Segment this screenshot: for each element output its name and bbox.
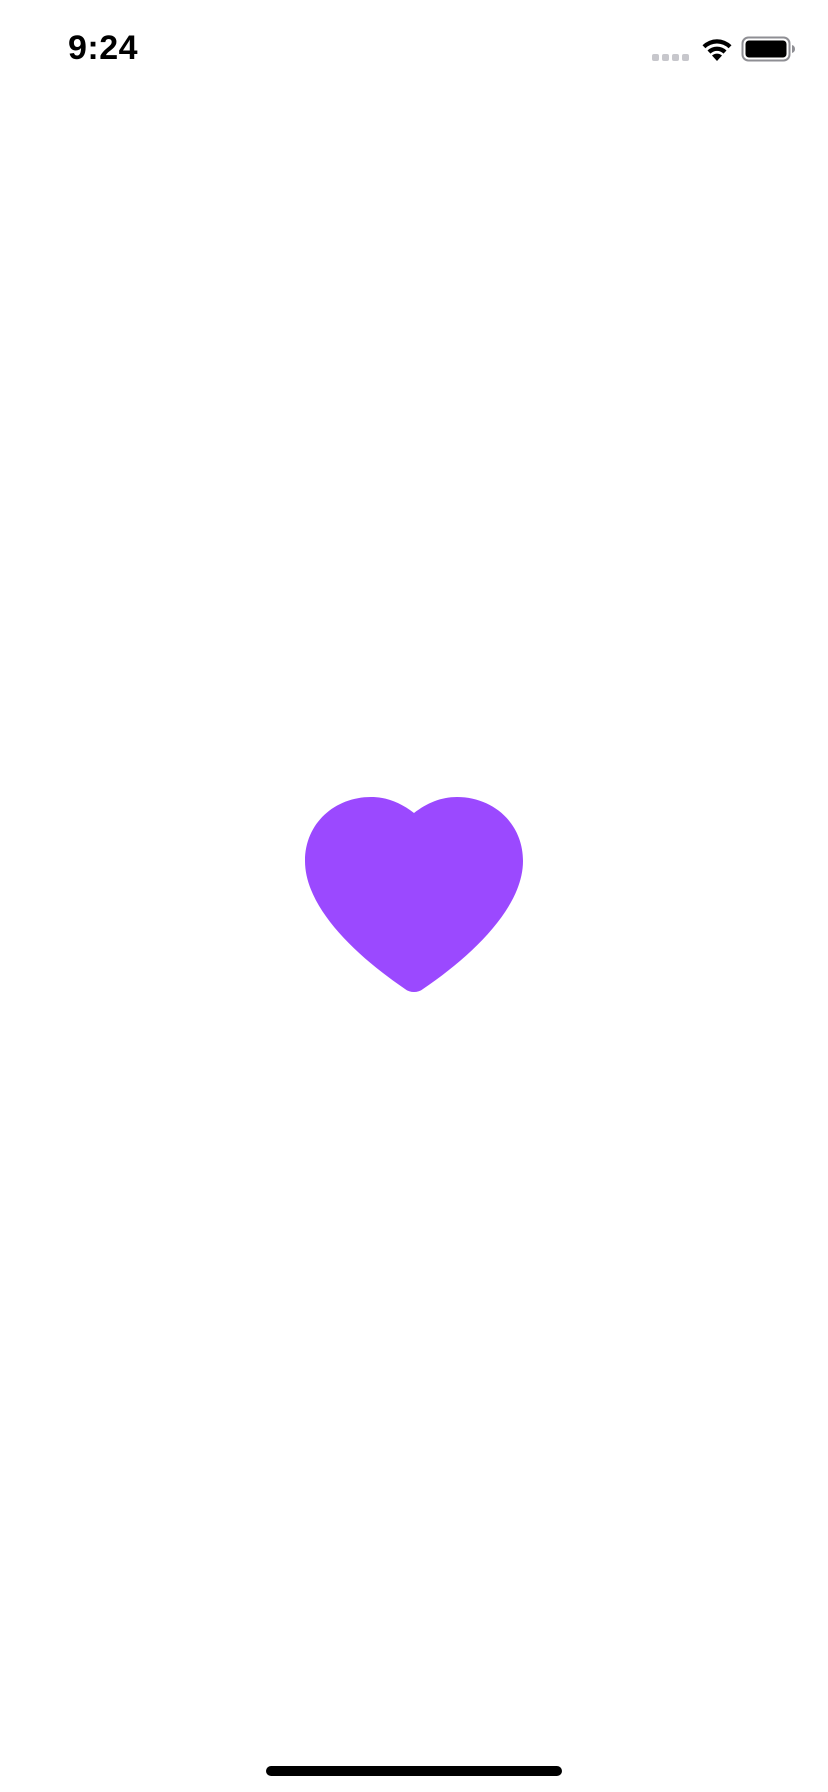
status-time: 9:24 <box>68 29 139 67</box>
status-bar: 9:24 <box>0 0 828 100</box>
battery-icon <box>741 36 795 62</box>
signal-bar <box>682 54 689 61</box>
cellular-signal-icon <box>652 52 692 64</box>
home-indicator[interactable] <box>266 1766 562 1776</box>
signal-bar <box>662 54 669 61</box>
wifi-icon <box>702 39 732 61</box>
signal-bar <box>672 54 679 61</box>
signal-bar <box>652 54 659 61</box>
heart-icon <box>305 797 523 992</box>
